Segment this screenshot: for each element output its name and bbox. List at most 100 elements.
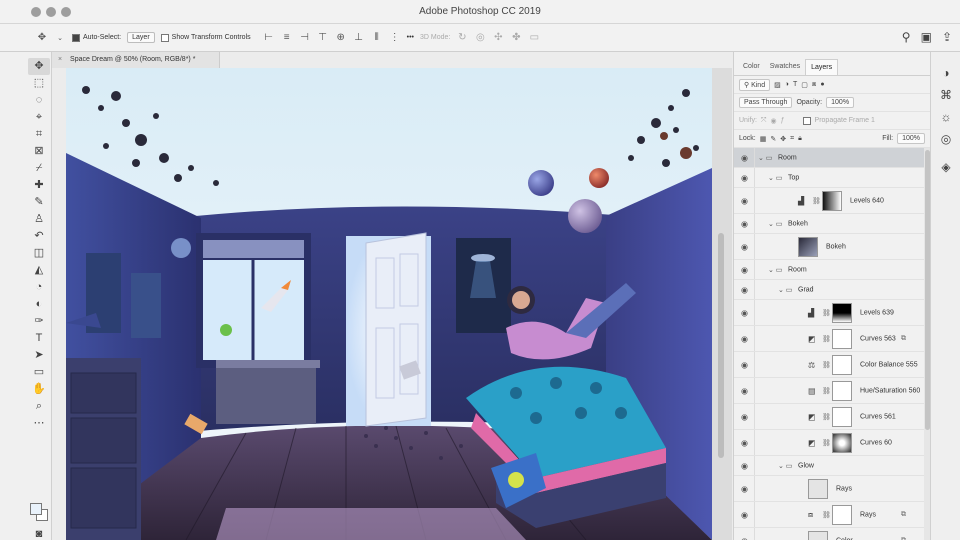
unify-style-icon[interactable]: ƒ: [781, 117, 785, 124]
layer-filter-dropdown[interactable]: ⚲ Kind: [739, 78, 771, 91]
path-selection-tool-icon[interactable]: ➤: [28, 347, 50, 364]
eraser-tool-icon[interactable]: ◫: [28, 245, 50, 262]
more-options-button[interactable]: •••: [407, 34, 414, 41]
tab-swatches[interactable]: Swatches: [765, 59, 805, 75]
history-brush-tool-icon[interactable]: ↶: [28, 228, 50, 245]
layer-effects-icon[interactable]: ⧉: [901, 537, 906, 540]
visibility-eye-icon[interactable]: ◉: [741, 412, 748, 421]
mask-link-icon[interactable]: ⛓: [822, 335, 831, 343]
layer-mask-thumbnail[interactable]: [832, 329, 852, 349]
visibility-eye-icon[interactable]: ◉: [741, 510, 748, 519]
layer-row[interactable]: ◉ ⧈ ⛓ Rays ⧉: [734, 502, 924, 528]
group-folder-icon[interactable]: ⌄ ▭: [768, 174, 782, 182]
tab-layers[interactable]: Layers: [805, 59, 839, 75]
search-icon[interactable]: ⚲: [902, 30, 911, 44]
layer-mask-thumbnail[interactable]: [832, 433, 852, 453]
filter-pixel-icon[interactable]: ▨: [774, 81, 781, 89]
visibility-eye-icon[interactable]: ◉: [741, 153, 748, 162]
auto-select-option[interactable]: Auto-Select:: [72, 33, 121, 42]
layer-row[interactable]: ◉ ◩ ⛓ Curves 60: [734, 430, 924, 456]
lock-transparent-icon[interactable]: ▦: [760, 135, 767, 143]
visibility-eye-icon[interactable]: ◉: [741, 484, 748, 493]
auto-select-checkbox[interactable]: [72, 33, 80, 42]
layer-mask-thumbnail[interactable]: [822, 191, 842, 211]
canvas-vertical-scrollbar[interactable]: [712, 68, 732, 540]
quick-select-tool-icon[interactable]: ⌖: [28, 109, 50, 126]
auto-select-dropdown[interactable]: Layer: [127, 32, 155, 43]
layer-thumbnail[interactable]: [808, 479, 828, 499]
tab-color[interactable]: Color: [738, 59, 765, 75]
close-document-icon[interactable]: ×: [58, 56, 62, 63]
marquee-tool-icon[interactable]: ⬚: [28, 75, 50, 92]
filter-shape-icon[interactable]: ▢: [801, 81, 808, 89]
3d-camera-icon[interactable]: ▭: [528, 32, 540, 43]
show-transform-option[interactable]: Show Transform Controls: [160, 33, 251, 42]
3d-slide-icon[interactable]: ✤: [510, 32, 522, 43]
dodge-tool-icon[interactable]: ◐: [28, 296, 50, 313]
paint-bucket-tool-icon[interactable]: ◭: [28, 262, 50, 279]
workspace-icon[interactable]: ▣: [921, 30, 932, 44]
visibility-eye-icon[interactable]: ◉: [741, 308, 748, 317]
zoom-tool-icon[interactable]: ⌕: [28, 398, 50, 415]
visibility-eye-icon[interactable]: ◉: [741, 196, 748, 205]
layer-row[interactable]: ◉ Rays: [734, 476, 924, 502]
rectangle-tool-icon[interactable]: ▭: [28, 364, 50, 381]
visibility-eye-icon[interactable]: ◉: [741, 219, 748, 228]
hand-tool-icon[interactable]: ✋: [28, 381, 50, 398]
chevron-down-icon[interactable]: ⌄: [54, 34, 66, 42]
move-tool-preset-icon[interactable]: ✥: [36, 32, 48, 43]
layer-group-row[interactable]: ◉ ⌄ ▭ Bokeh: [734, 214, 924, 234]
distribute-spacing-icon[interactable]: ⋮: [389, 32, 401, 43]
visibility-eye-icon[interactable]: ◉: [741, 285, 748, 294]
mask-link-icon[interactable]: ⛓: [822, 413, 831, 421]
lock-position-icon[interactable]: ✥: [780, 135, 786, 143]
layer-group-row[interactable]: ◉ ⌄ ▭ Grad: [734, 280, 924, 300]
libraries-panel-icon[interactable]: ◎: [931, 128, 960, 150]
layer-row[interactable]: ◉ Bokeh: [734, 234, 924, 260]
layer-group-row[interactable]: ◉ ⌄ ▭ Room: [734, 260, 924, 280]
fill-field[interactable]: 100%: [897, 133, 925, 144]
layer-row[interactable]: ◉ ◩ ⛓ Curves 563 ⧉: [734, 326, 924, 352]
3d-drag-icon[interactable]: ✣: [492, 32, 504, 43]
layer-thumbnail[interactable]: [808, 531, 828, 540]
layer-row[interactable]: ◉Color⧉: [734, 528, 924, 540]
group-folder-icon[interactable]: ⌄ ▭: [758, 154, 772, 162]
distribute-icon[interactable]: ⫴: [371, 32, 383, 43]
frame-tool-icon[interactable]: ⊠: [28, 143, 50, 160]
mask-link-icon[interactable]: ⛓: [812, 197, 821, 205]
layer-group-row[interactable]: ◉ ⌄ ▭ Top: [734, 168, 924, 188]
layer-thumbnail[interactable]: [798, 237, 818, 257]
unify-visibility-icon[interactable]: ◉: [771, 117, 777, 125]
adjustments-panel-icon[interactable]: ◑: [931, 62, 960, 84]
group-folder-icon[interactable]: ⌄ ▭: [768, 266, 782, 274]
opacity-field[interactable]: 100%: [826, 97, 855, 108]
layer-row[interactable]: ◉ ◩ ⛓ Curves 561: [734, 404, 924, 430]
learn-panel-icon[interactable]: ☼: [931, 106, 960, 128]
filter-toggle-icon[interactable]: ●: [820, 81, 824, 88]
clone-stamp-tool-icon[interactable]: ♙: [28, 211, 50, 228]
visibility-eye-icon[interactable]: ◉: [741, 334, 748, 343]
edit-toolbar-icon[interactable]: ⋯: [28, 415, 50, 432]
layer-row[interactable]: ◉ ▤ ⛓ Hue/Saturation 560: [734, 378, 924, 404]
visibility-eye-icon[interactable]: ◉: [741, 360, 748, 369]
crop-tool-icon[interactable]: ⌗: [28, 126, 50, 143]
propagate-checkbox[interactable]: [802, 116, 811, 125]
canvas-scroll-thumb[interactable]: [718, 233, 724, 458]
3d-roll-icon[interactable]: ◎: [474, 32, 486, 43]
share-icon[interactable]: ⇪: [942, 30, 952, 44]
filter-smart-object-icon[interactable]: ⧈: [812, 81, 816, 89]
eyedropper-tool-icon[interactable]: ⌿: [28, 160, 50, 177]
mask-link-icon[interactable]: ⛓: [822, 511, 831, 519]
paths-panel-icon[interactable]: ⌘: [931, 84, 960, 106]
visibility-eye-icon[interactable]: ◉: [741, 242, 748, 251]
document-canvas[interactable]: [66, 68, 712, 540]
unify-position-icon[interactable]: ⤧: [761, 117, 767, 125]
layer-mask-thumbnail[interactable]: [832, 303, 852, 323]
visibility-eye-icon[interactable]: ◉: [741, 536, 748, 540]
mask-link-icon[interactable]: ⛓: [822, 439, 831, 447]
brush-tool-icon[interactable]: ✎: [28, 194, 50, 211]
quick-mask-icon[interactable]: ◙: [28, 526, 50, 540]
align-middle-icon[interactable]: ⊕: [335, 32, 347, 43]
align-center-icon[interactable]: ≡: [281, 32, 293, 43]
visibility-eye-icon[interactable]: ◉: [741, 173, 748, 182]
